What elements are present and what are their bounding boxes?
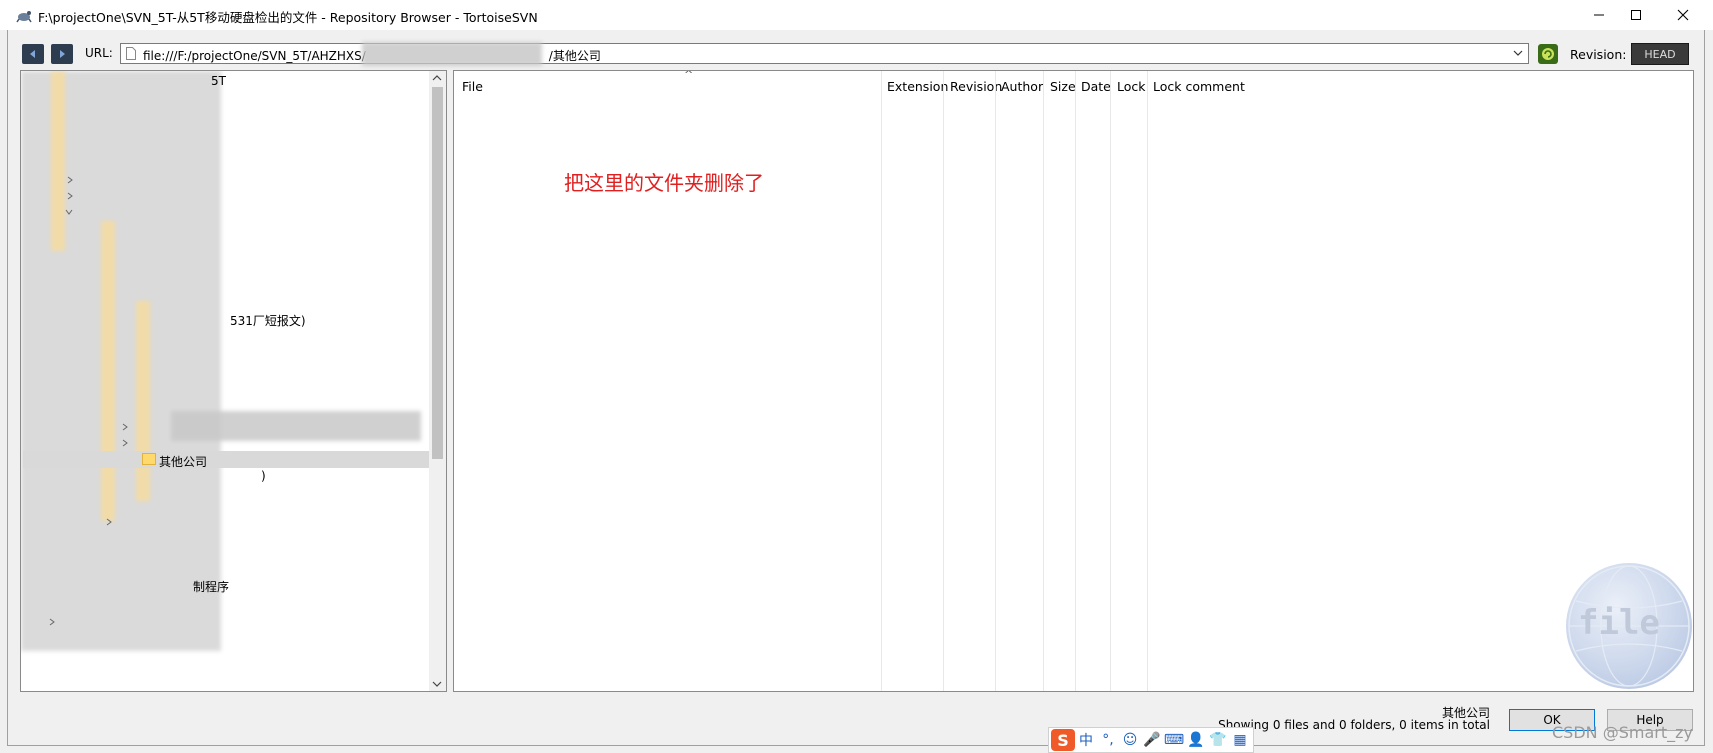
tree-item-label[interactable]: 5T	[211, 74, 226, 88]
back-arrow-icon	[30, 50, 35, 58]
column-header-extension[interactable]: Extension	[887, 79, 948, 94]
forward-arrow-icon	[60, 50, 65, 58]
window-title: F:\projectOne\SVN_5T-从5T移动硬盘检出的文件 - Repo…	[38, 10, 538, 25]
ime-chinese-mode-icon[interactable]: 中	[1075, 730, 1097, 750]
sogou-ime-icon[interactable]: S	[1051, 729, 1075, 751]
column-header-lock-comment[interactable]: Lock comment	[1153, 79, 1245, 94]
tree-item-label[interactable]: 531厂短报文)	[230, 312, 306, 329]
column-header-date[interactable]: Date	[1081, 79, 1111, 94]
close-icon	[1677, 9, 1689, 21]
column-divider[interactable]	[881, 71, 882, 691]
redacted-folder-column	[101, 221, 115, 521]
chevron-right-icon[interactable]	[121, 423, 129, 431]
watermark-text: file	[1578, 603, 1660, 643]
column-divider[interactable]	[1110, 71, 1111, 691]
url-input[interactable]: file:///F:/projectOne/SVN_5T/AHZHXS/ /其他公…	[120, 43, 1529, 64]
document-icon	[126, 47, 136, 60]
ime-toolbar[interactable]: S 中 °, ☺ 🎤 ⌨ 👤 👕 ▦	[1048, 727, 1254, 753]
sort-ascending-icon: ^	[684, 70, 694, 81]
folder-icon	[142, 453, 156, 465]
url-label: URL:	[85, 46, 113, 60]
ime-skin-icon[interactable]: 👕	[1207, 732, 1229, 748]
column-divider[interactable]	[1147, 71, 1148, 691]
back-button[interactable]	[22, 44, 44, 64]
column-header-lock[interactable]: Lock	[1117, 79, 1146, 94]
url-prefix: file:///F:/projectOne/SVN_5T/AHZHXS/	[143, 49, 366, 63]
ime-user-icon[interactable]: 👤	[1185, 732, 1207, 748]
scroll-down-icon[interactable]	[432, 680, 442, 688]
chevron-down-icon[interactable]	[1512, 47, 1524, 59]
column-divider[interactable]	[1075, 71, 1076, 691]
tree-item-label[interactable]: 制程序	[193, 578, 229, 595]
chevron-right-icon[interactable]	[66, 192, 74, 200]
ime-punctuation-icon[interactable]: °,	[1097, 732, 1119, 748]
forward-button[interactable]	[51, 44, 73, 64]
maximize-button[interactable]	[1613, 0, 1659, 30]
chevron-down-icon[interactable]	[65, 208, 73, 216]
tree-scrollbar[interactable]	[429, 71, 446, 691]
chevron-right-icon[interactable]	[105, 518, 113, 526]
redacted-tree-rows	[171, 411, 421, 441]
redacted-folder-column	[51, 71, 65, 251]
maximize-icon	[1631, 10, 1641, 20]
column-divider[interactable]	[943, 71, 944, 691]
chevron-right-icon[interactable]	[48, 618, 56, 626]
chevron-right-icon[interactable]	[66, 176, 74, 184]
redacted-folder-column	[136, 301, 150, 501]
column-divider[interactable]	[1043, 71, 1044, 691]
url-suffix: /其他公司	[548, 49, 601, 63]
ime-keyboard-icon[interactable]: ⌨	[1163, 732, 1185, 748]
minimize-icon	[1594, 14, 1604, 16]
ime-voice-icon[interactable]: 🎤	[1141, 732, 1163, 748]
ime-toolbox-icon[interactable]: ▦	[1229, 732, 1251, 748]
close-button[interactable]	[1660, 0, 1706, 30]
column-header-author[interactable]: Author	[1001, 79, 1043, 94]
file-list[interactable]: ^ File Extension Revision Author Size Da…	[453, 70, 1694, 692]
column-header-file[interactable]: File	[462, 79, 483, 94]
chevron-right-icon[interactable]	[121, 439, 129, 447]
title-bar: F:\projectOne\SVN_5T-从5T移动硬盘检出的文件 - Repo…	[0, 0, 1713, 30]
scroll-up-icon[interactable]	[432, 74, 442, 82]
annotation-text: 把这里的文件夹删除了	[564, 171, 764, 195]
refresh-icon[interactable]	[1538, 44, 1558, 64]
column-header-size[interactable]: Size	[1050, 79, 1076, 94]
ime-emoji-icon[interactable]: ☺	[1119, 732, 1141, 748]
tortoisesvn-app-icon	[16, 11, 32, 23]
tree-scrollbar-thumb[interactable]	[432, 87, 443, 459]
file-globe-watermark: file	[1566, 563, 1692, 689]
revision-button[interactable]: HEAD	[1631, 43, 1689, 65]
tree-item-selected[interactable]	[23, 451, 431, 468]
revision-label: Revision:	[1570, 47, 1627, 62]
tree-item-label[interactable]: 其他公司	[159, 453, 207, 470]
tree-item-label[interactable]: )	[261, 469, 266, 483]
column-divider[interactable]	[995, 71, 996, 691]
repository-tree[interactable]: 5T 531厂短报文) 其他公司 ) 制程序	[20, 70, 447, 692]
redacted-url-segment	[362, 42, 542, 66]
csdn-credit: CSDN @Smart_zy	[1552, 723, 1693, 742]
